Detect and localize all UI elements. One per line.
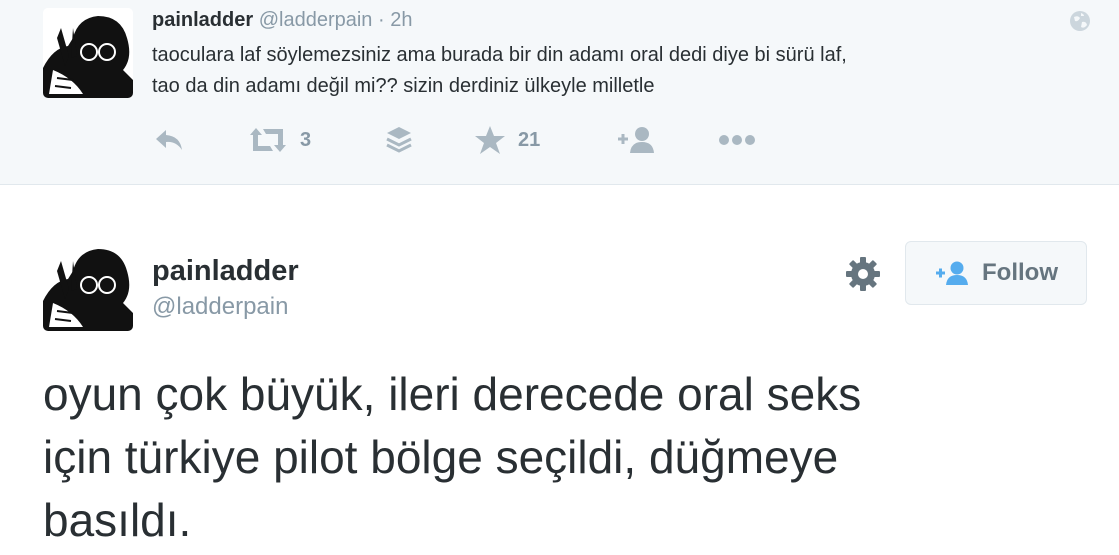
- retweet-count: 3: [300, 128, 312, 151]
- reply-button[interactable]: [154, 122, 186, 158]
- top-tweet[interactable]: painladder @ladderpain · 2h taoculara la…: [0, 0, 1119, 185]
- timestamp[interactable]: 2h: [390, 9, 412, 31]
- tweet-text-line: basıldı.: [43, 494, 192, 546]
- star-icon: [475, 126, 505, 154]
- retweet-icon: [250, 128, 286, 152]
- tweet-text-line: oyun çok büyük, ileri derecede oral seks: [43, 368, 862, 420]
- follow-button[interactable]: Follow: [905, 241, 1087, 305]
- reply-icon: [156, 130, 182, 150]
- tweet-actions: 3 21: [0, 122, 1119, 158]
- more-button[interactable]: [718, 122, 756, 158]
- tweet-header: painladder @ladderpain · 2h: [152, 8, 412, 32]
- tweet-text: oyun çok büyük, ileri derecede oral seks…: [43, 363, 1103, 552]
- tweet-text-line: için türkiye pilot bölge seçildi, düğmey…: [43, 431, 839, 483]
- user-name[interactable]: painladder: [152, 254, 299, 288]
- avatar[interactable]: [43, 8, 133, 98]
- follow-label: Follow: [982, 259, 1058, 286]
- user-handle[interactable]: @ladderpain: [259, 9, 373, 31]
- buffer-button[interactable]: [384, 122, 414, 158]
- layers-icon: [386, 127, 412, 153]
- user-handle[interactable]: @ladderpain: [152, 292, 288, 322]
- tweet-text-line: taoculara laf söylemezsiniz ama burada b…: [152, 44, 847, 66]
- retweet-button[interactable]: 3: [248, 122, 311, 158]
- separator: ·: [377, 9, 385, 31]
- favorite-count: 21: [518, 128, 541, 151]
- more-dots-icon: [719, 135, 755, 145]
- favorite-button[interactable]: 21: [474, 122, 540, 158]
- user-name[interactable]: painladder: [152, 9, 253, 31]
- avatar-image: [43, 241, 133, 331]
- add-user-icon: [618, 127, 654, 153]
- avatar-image: [43, 8, 133, 98]
- gear-icon[interactable]: [845, 256, 881, 292]
- follow-action-button[interactable]: [616, 122, 656, 158]
- globe-icon[interactable]: [1069, 10, 1091, 32]
- avatar[interactable]: [43, 241, 133, 331]
- tweet-text: taoculara laf söylemezsiniz ama burada b…: [152, 40, 1092, 102]
- tweet-text-line: tao da din adamı değil mi?? sizin derdin…: [152, 75, 655, 97]
- add-user-icon: [936, 261, 968, 285]
